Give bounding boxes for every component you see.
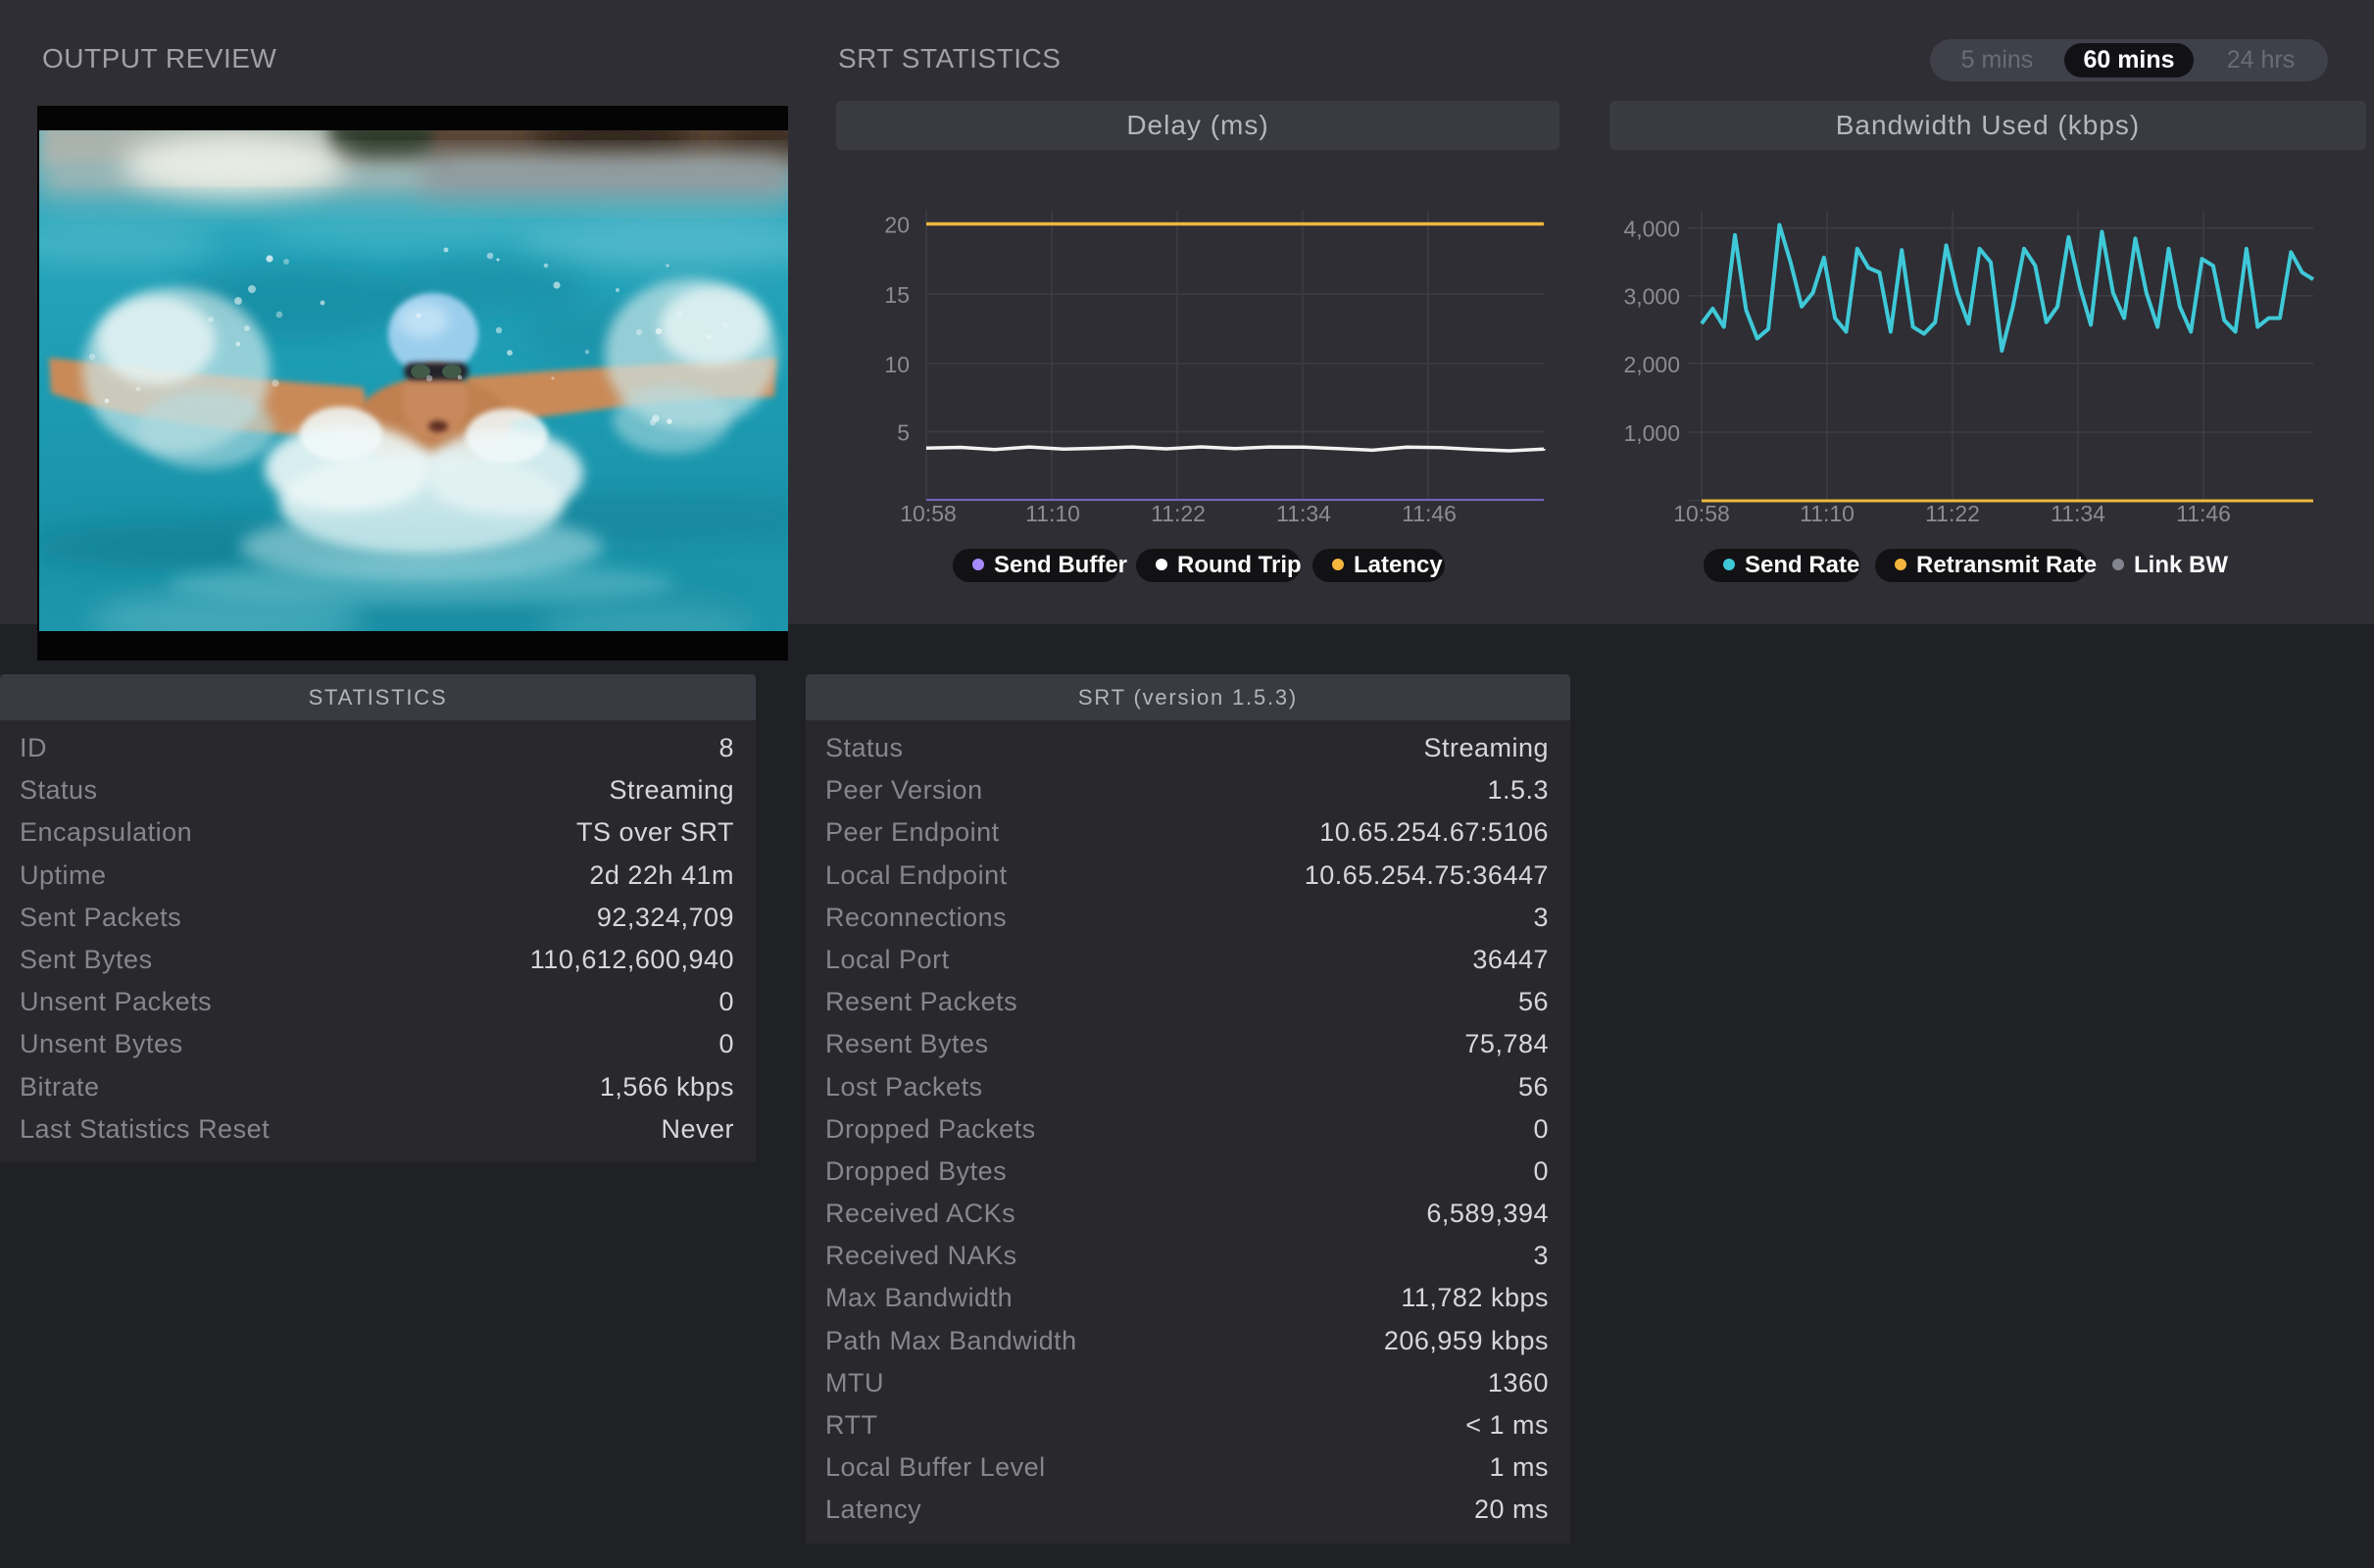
svg-text:4,000: 4,000 xyxy=(1623,217,1680,242)
svg-text:5: 5 xyxy=(897,420,910,446)
svg-text:11:10: 11:10 xyxy=(1025,501,1080,526)
svg-text:10:58: 10:58 xyxy=(900,501,957,526)
svg-text:2,000: 2,000 xyxy=(1623,352,1680,377)
svg-text:11:34: 11:34 xyxy=(2051,501,2105,526)
svg-text:1,000: 1,000 xyxy=(1623,420,1680,446)
svg-text:11:34: 11:34 xyxy=(1276,501,1331,526)
svg-text:11:22: 11:22 xyxy=(1151,501,1206,526)
svg-text:10:58: 10:58 xyxy=(1673,501,1730,526)
svg-text:3,000: 3,000 xyxy=(1623,284,1680,310)
svg-text:11:10: 11:10 xyxy=(1800,501,1855,526)
svg-text:11:22: 11:22 xyxy=(1925,501,1980,526)
svg-text:11:46: 11:46 xyxy=(1402,501,1457,526)
svg-text:10: 10 xyxy=(884,352,910,377)
svg-text:20: 20 xyxy=(884,213,910,238)
svg-text:11:46: 11:46 xyxy=(2176,501,2231,526)
svg-text:15: 15 xyxy=(884,282,910,308)
